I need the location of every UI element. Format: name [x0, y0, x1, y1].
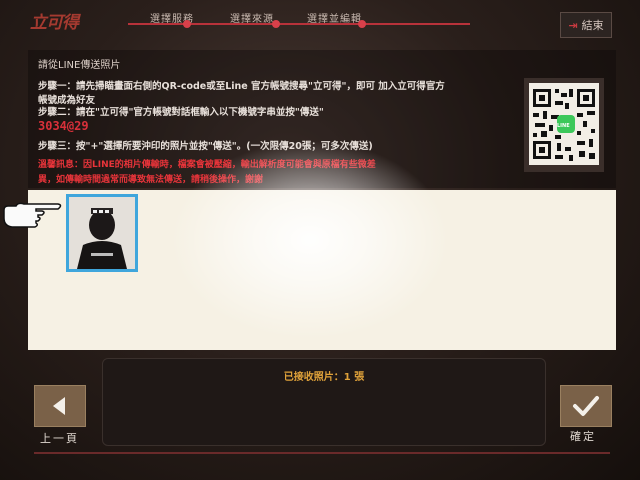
- confirm-label: 確定: [570, 430, 596, 443]
- previous-page-label: 上一頁: [40, 432, 79, 445]
- left-arrow-icon: [53, 397, 65, 415]
- pointing-hand-icon: [3, 202, 62, 228]
- photo-thumbnail[interactable]: [66, 194, 138, 272]
- brand-logo: 立可得: [30, 13, 79, 33]
- status-panel: 已接收照片：1 張: [102, 358, 546, 446]
- notice-text: 溫馨訊息：因LINE的相片傳輸時，檔案會被壓縮，輸出解析度可能會與原檔有些微差 …: [38, 158, 526, 188]
- instruction-panel: 請從LINE傳送照片 步驟一：請先掃瞄畫面右側的QR-code或至Line 官方…: [28, 50, 616, 188]
- header: 立可得 選擇服務 選擇來源 選擇並編輯 ⇥ 結束: [0, 0, 640, 40]
- step-select-source: 選擇來源: [230, 14, 274, 25]
- notice-line-2: 異，如傳輸時間過常而導致無法傳送，請稍後操作，謝謝: [38, 175, 264, 185]
- previous-page-button[interactable]: [34, 385, 86, 427]
- exit-arrow-icon: ⇥: [568, 18, 578, 32]
- checkmark-icon: [573, 396, 599, 416]
- exit-label: 結束: [581, 19, 604, 32]
- bottom-divider: [34, 452, 610, 454]
- kiosk-screen: 立可得 選擇服務 選擇來源 選擇並編輯 ⇥ 結束 請從LINE傳送照片 步驟一：…: [0, 0, 640, 480]
- step-1-dot: [183, 20, 191, 28]
- machine-code: 3034@29: [38, 119, 89, 133]
- step2-text: 步驟二：請在"立可得"官方帳號對話框輸入以下機號字串並按"傳送": [38, 107, 324, 118]
- received-count-label: 已接收照片：1 張: [283, 372, 365, 383]
- exit-button[interactable]: ⇥ 結束: [560, 12, 612, 38]
- step-3-dot: [358, 20, 366, 28]
- confirm-button[interactable]: [560, 385, 612, 427]
- notice-line-1: 溫馨訊息：因LINE的相片傳輸時，檔案會被壓縮，輸出解析度可能會與原檔有些微差: [38, 160, 376, 170]
- photo-person-image: [69, 197, 135, 269]
- received-photos-area[interactable]: [28, 190, 616, 350]
- step3-text: 步驟三：按"+"選擇所要沖印的照片並按"傳送"。(一次限傳20張；可多次傳送): [38, 141, 373, 152]
- instruction-title: 請從LINE傳送照片: [38, 60, 121, 71]
- step-select-edit: 選擇並編輯: [307, 14, 362, 25]
- line-badge-label: LINE: [557, 123, 570, 129]
- step-2-dot: [272, 20, 280, 28]
- step1-text: 步驟一：請先掃瞄畫面右側的QR-code或至Line 官方帳號搜尋"立可得"，即…: [38, 81, 445, 92]
- qr-code-frame: LINE: [524, 78, 604, 172]
